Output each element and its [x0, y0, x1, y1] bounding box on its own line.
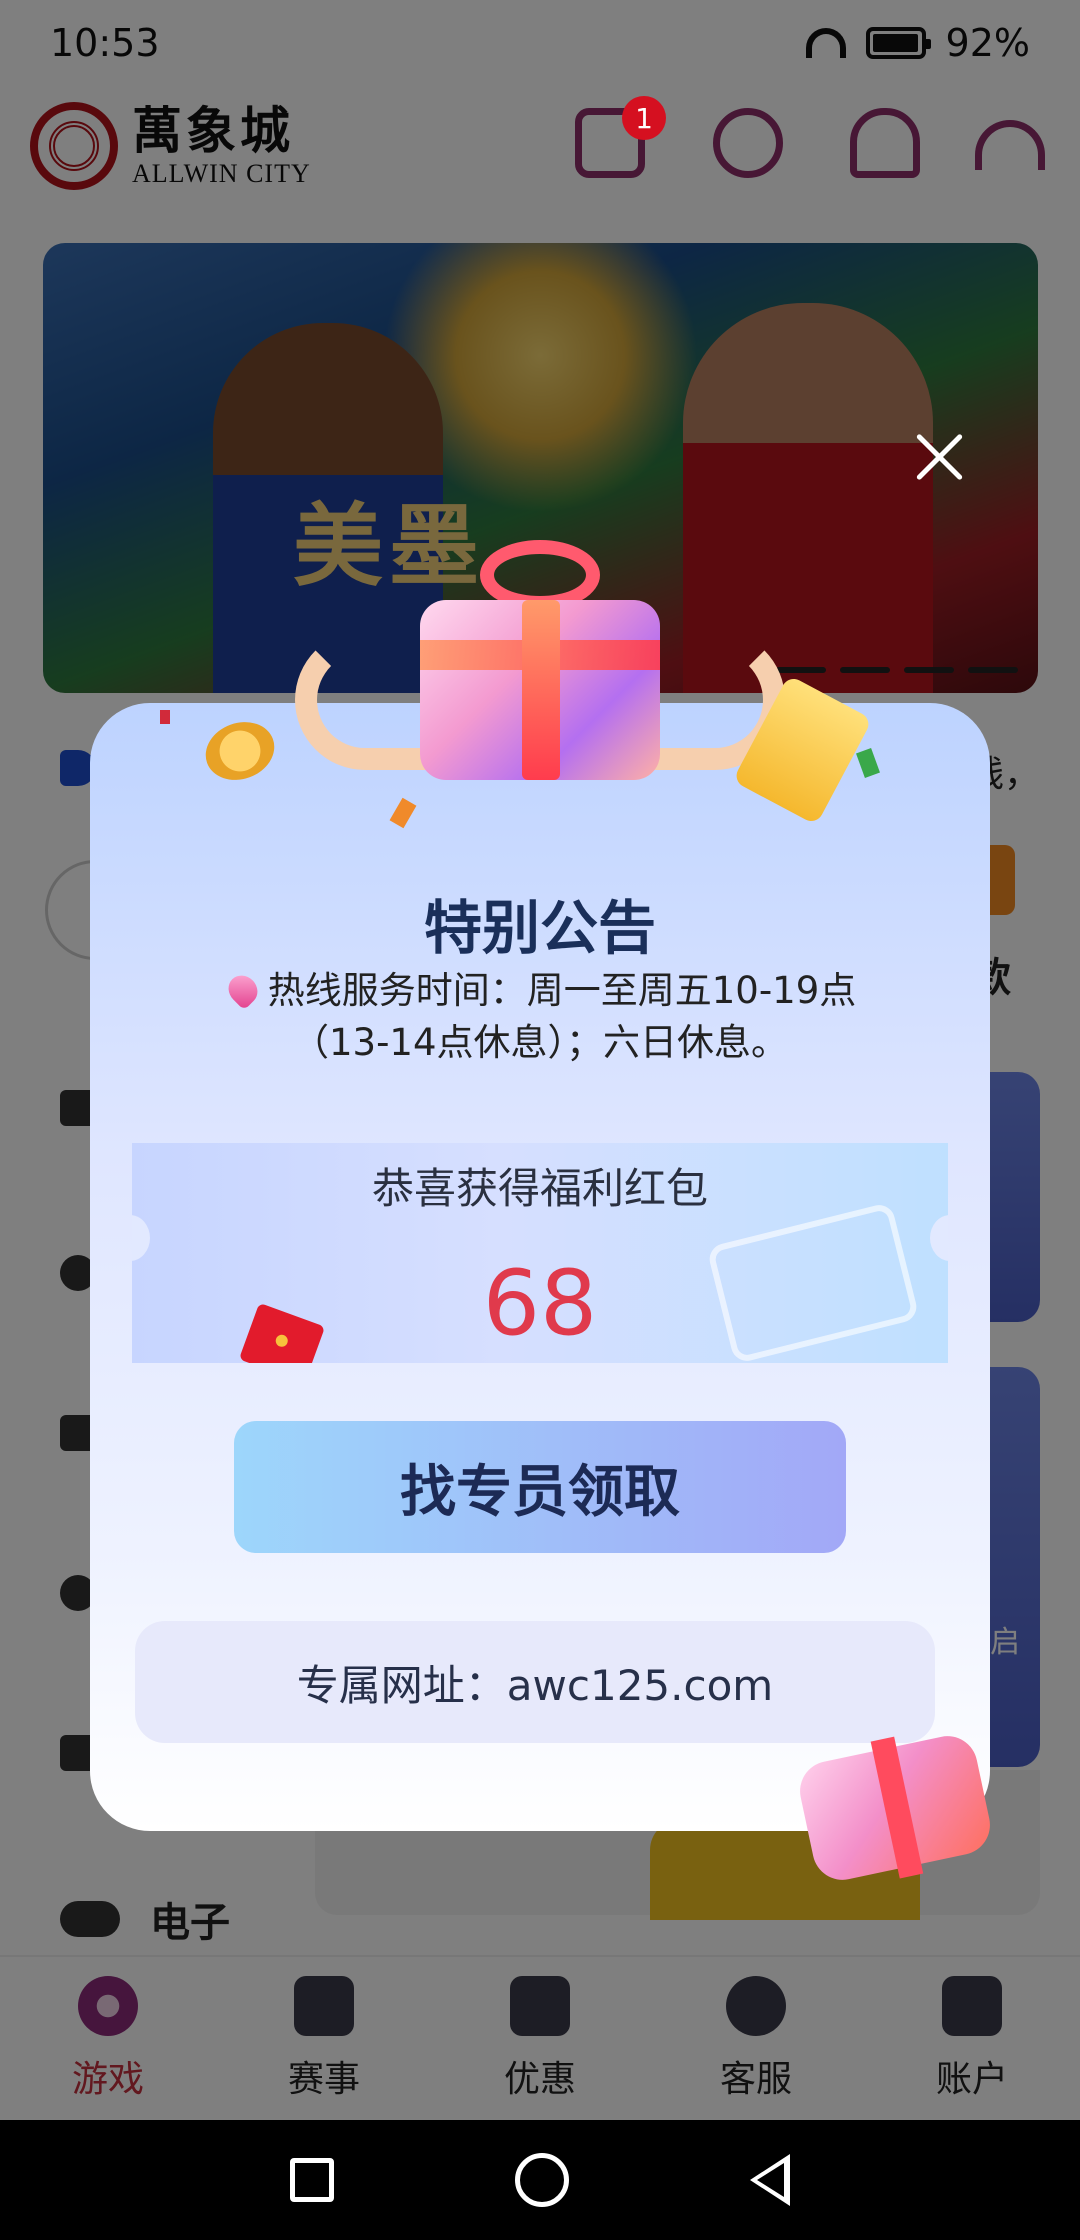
- close-icon[interactable]: [912, 430, 966, 484]
- mail-badge: 1: [622, 96, 666, 140]
- system-nav-bar: [0, 2120, 1080, 2240]
- notice-line-2: （13-14点休息）；六日休息。: [291, 1021, 788, 1064]
- home-icon[interactable]: [514, 2153, 569, 2207]
- recents-icon[interactable]: [290, 2158, 335, 2202]
- red-packet-coupon: 恭喜获得福利红包 68: [132, 1143, 948, 1363]
- coupon-amount: 68: [482, 1251, 598, 1356]
- claim-button[interactable]: 找专员领取: [234, 1421, 846, 1553]
- modal-title: 特别公告: [423, 894, 656, 962]
- announcement-modal: 特别公告 热线服务时间：周一至周五10-19点 （13-14点休息）；六日休息。…: [90, 703, 996, 1886]
- modal-notice: 热线服务时间：周一至周五10-19点 （13-14点休息）；六日休息。: [150, 965, 930, 1069]
- back-icon[interactable]: [749, 2154, 790, 2206]
- coupon-label: 恭喜获得福利红包: [371, 1164, 708, 1213]
- notice-line-1: 热线服务时间：周一至周五10-19点: [267, 969, 857, 1012]
- gift-box-icon: [410, 540, 670, 790]
- heart-icon: [222, 969, 264, 1011]
- exclusive-url[interactable]: 专属网址：awc125.com: [135, 1621, 935, 1743]
- confetti-icon: [160, 710, 170, 724]
